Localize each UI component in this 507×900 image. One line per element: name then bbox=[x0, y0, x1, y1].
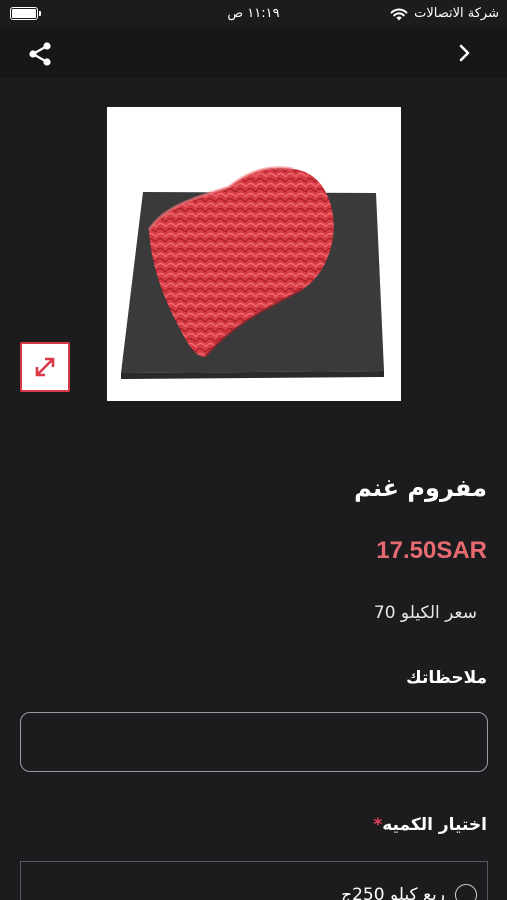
expand-image-button[interactable] bbox=[20, 342, 70, 392]
nav-bar bbox=[0, 28, 507, 78]
product-title: مفروم غنم bbox=[354, 474, 487, 502]
price-per-kilo: سعر الكيلو 70 bbox=[373, 603, 477, 623]
quantity-options: ربع كيلو 250ج bbox=[20, 861, 488, 900]
radio-button[interactable] bbox=[455, 884, 477, 900]
share-icon[interactable] bbox=[26, 40, 54, 68]
carrier-info: شركة الاتصالات bbox=[390, 6, 499, 21]
quantity-label-text: اختيار الكميه bbox=[382, 815, 487, 835]
carrier-name: شركة الاتصالات bbox=[414, 6, 499, 21]
wifi-icon bbox=[390, 8, 408, 20]
status-bar: ١١:١٩ ص شركة الاتصالات bbox=[0, 0, 507, 28]
minced-meat-photo bbox=[107, 107, 401, 401]
quantity-option[interactable]: ربع كيلو 250ج bbox=[341, 884, 477, 900]
quantity-label: اختيار الكميه* bbox=[367, 815, 487, 835]
notes-input[interactable] bbox=[20, 712, 488, 772]
required-mark: * bbox=[373, 815, 383, 835]
expand-arrows-icon bbox=[35, 357, 55, 377]
quantity-option-label: ربع كيلو 250ج bbox=[341, 885, 445, 900]
product-price: 17.50SAR bbox=[376, 537, 487, 564]
product-image[interactable] bbox=[107, 107, 401, 401]
chevron-right-icon[interactable] bbox=[453, 42, 475, 64]
notes-label: ملاحظاتك bbox=[406, 668, 487, 688]
